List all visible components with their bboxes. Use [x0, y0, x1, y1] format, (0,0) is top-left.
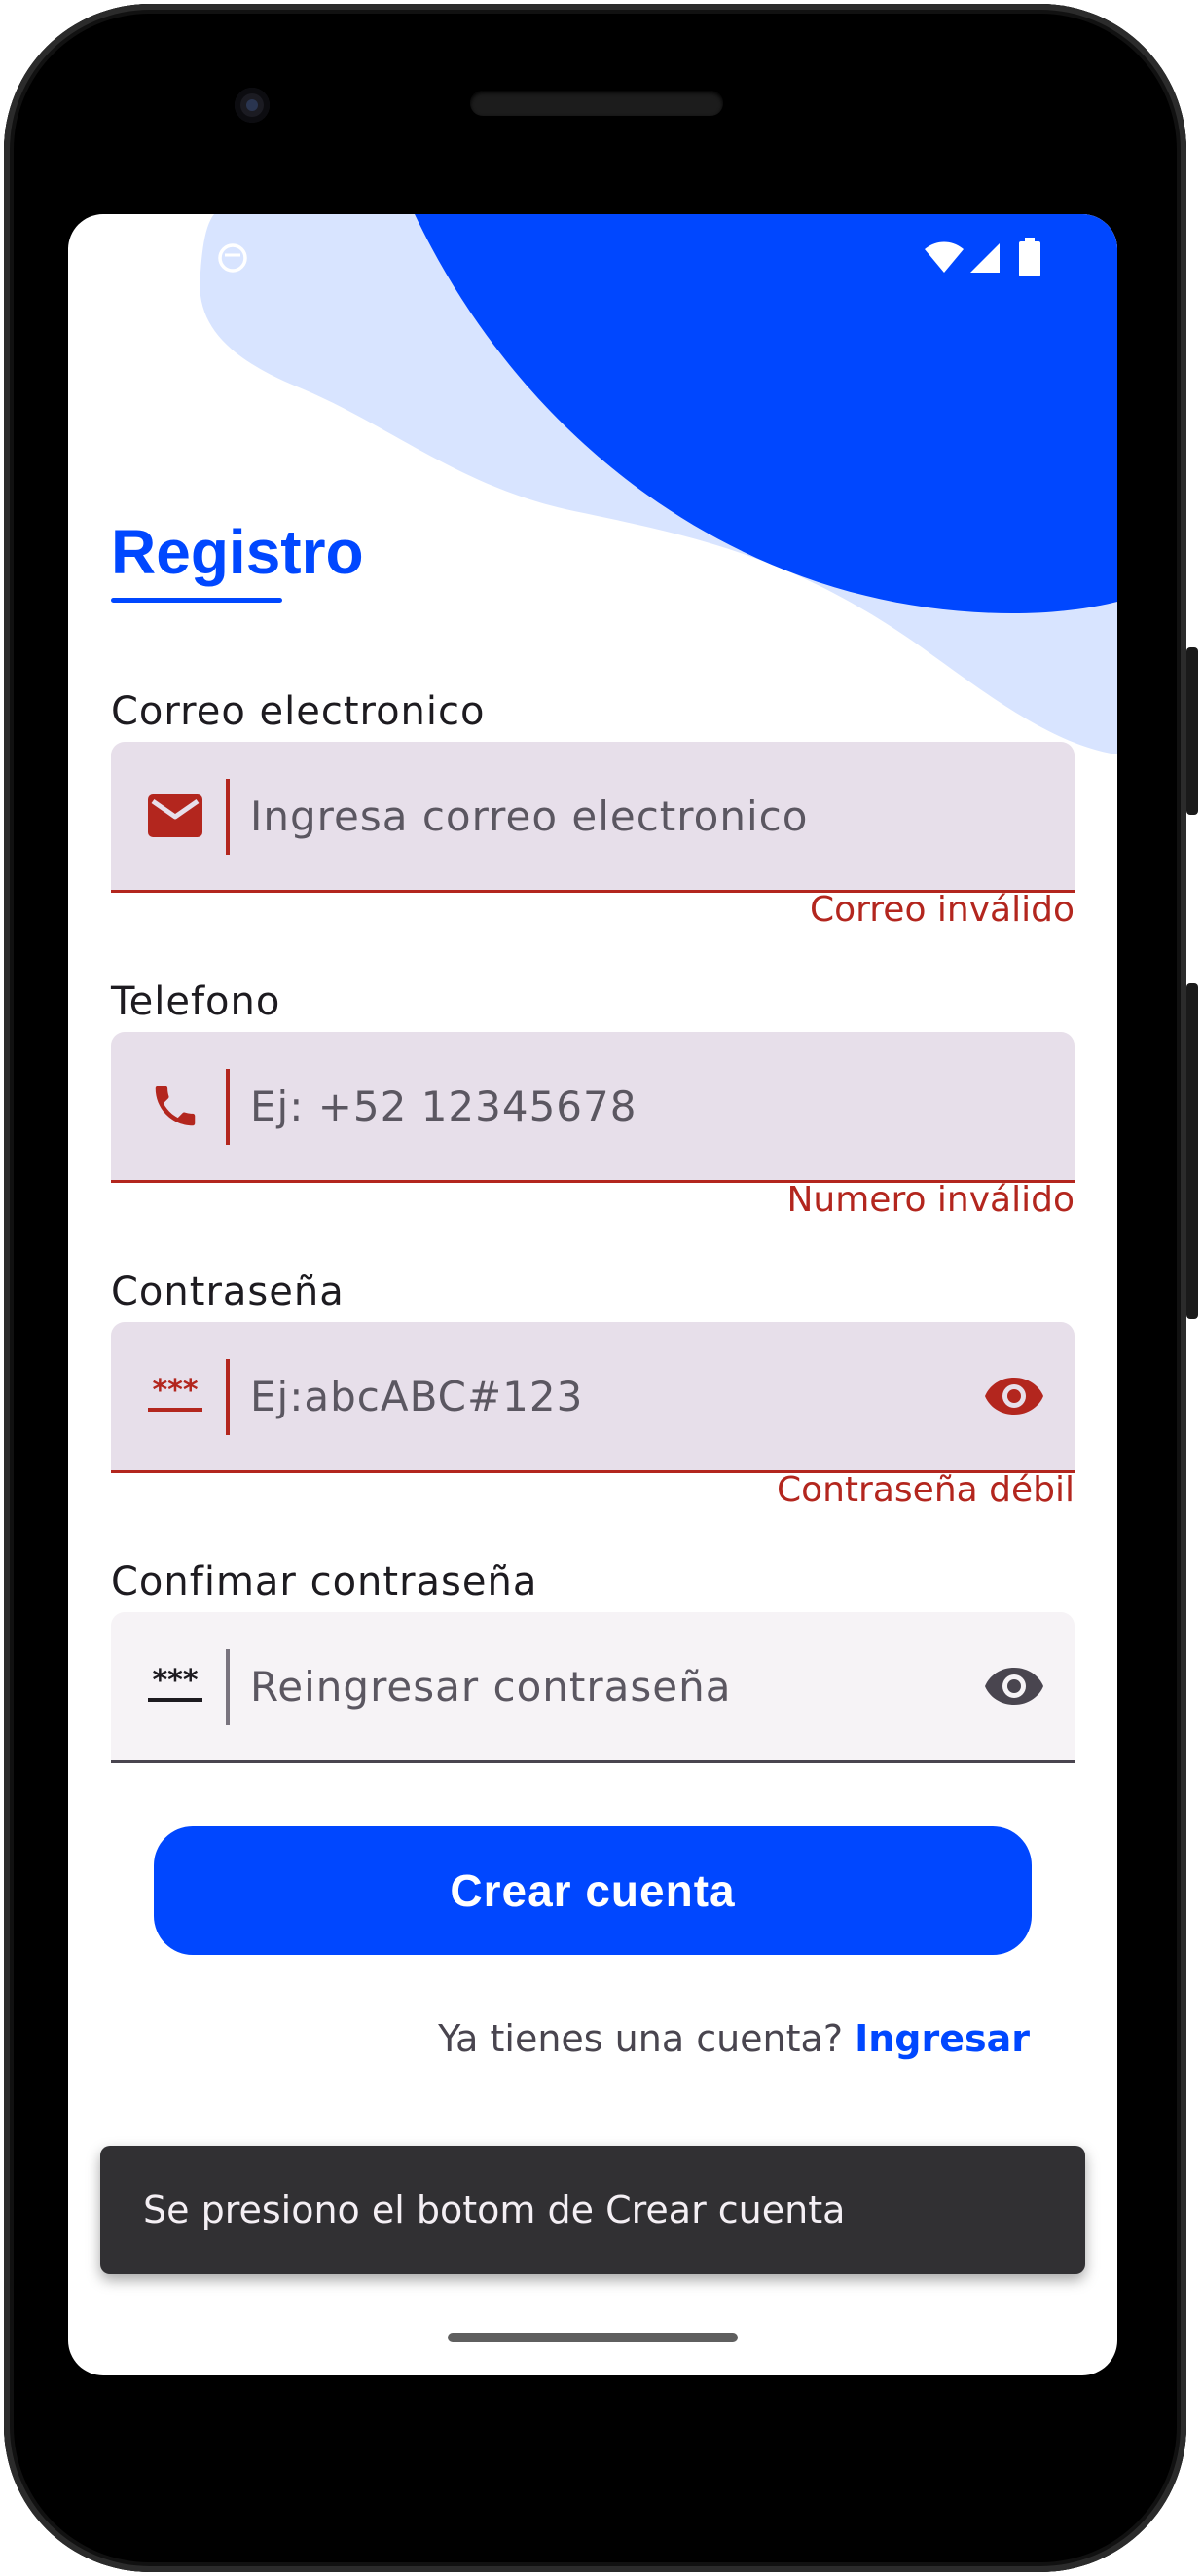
home-indicator[interactable]: [448, 2333, 738, 2342]
page-title: Registro: [111, 517, 364, 587]
svg-text:***: ***: [152, 1377, 198, 1408]
volume-button: [1186, 647, 1198, 815]
password-icon: ***: [146, 1367, 204, 1425]
signal-icon: [970, 243, 1000, 273]
phone-icon: [146, 1077, 204, 1135]
field-divider: [226, 1359, 230, 1435]
password-label: Contraseña: [111, 1270, 345, 1314]
password-input[interactable]: [250, 1361, 931, 1431]
create-account-button[interactable]: Crear cuenta: [154, 1826, 1032, 1955]
login-prompt: Ya tienes una cuenta? Ingresar: [438, 2017, 1030, 2060]
password-icon: ***: [146, 1657, 204, 1715]
snackbar-message: Se presiono el botom de Crear cuenta: [143, 2189, 846, 2231]
password-field: ***: [111, 1322, 1075, 1473]
login-link[interactable]: Ingresar: [855, 2017, 1030, 2060]
app-screen: Registro Correo electronico Correo invál…: [68, 214, 1117, 2375]
wifi-icon: [925, 241, 964, 273]
snackbar: Se presiono el botom de Crear cuenta: [100, 2146, 1085, 2274]
status-bar: [68, 228, 1117, 286]
confirm-password-field: ***: [111, 1612, 1075, 1763]
field-divider: [226, 779, 230, 855]
phone-input[interactable]: [250, 1071, 931, 1141]
phone-frame: Registro Correo electronico Correo invál…: [0, 0, 1202, 2576]
notification-icon: [218, 243, 247, 273]
phone-field: [111, 1032, 1075, 1183]
email-error: Correo inválido: [809, 890, 1075, 930]
phone-error: Numero inválido: [786, 1180, 1075, 1220]
title-underline: [111, 598, 282, 603]
header-decoration: [200, 214, 1117, 754]
power-button: [1186, 983, 1198, 1319]
earpiece-speaker: [470, 91, 723, 116]
confirm-password-label: Confimar contraseña: [111, 1560, 538, 1604]
front-camera: [235, 88, 270, 123]
confirm-password-input[interactable]: [250, 1651, 931, 1721]
email-input[interactable]: [250, 781, 931, 851]
mail-icon: [146, 787, 204, 845]
field-divider: [226, 1649, 230, 1725]
phone-label: Telefono: [111, 979, 281, 1024]
login-prompt-text: Ya tienes una cuenta?: [438, 2017, 843, 2060]
visibility-toggle-icon[interactable]: [983, 1367, 1045, 1425]
field-divider: [226, 1069, 230, 1145]
password-error: Contraseña débil: [776, 1470, 1075, 1510]
email-field: [111, 742, 1075, 893]
email-label: Correo electronico: [111, 689, 486, 734]
battery-icon: [1019, 238, 1040, 276]
visibility-toggle-icon[interactable]: [983, 1657, 1045, 1715]
svg-text:***: ***: [152, 1667, 198, 1698]
